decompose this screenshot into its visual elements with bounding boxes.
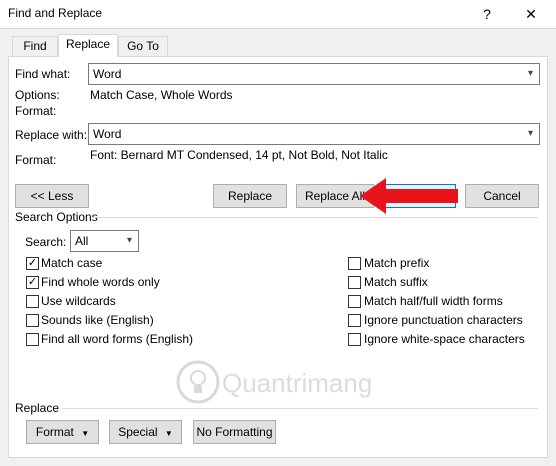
replace-format-value: Font: Bernard MT Condensed, 14 pt, Not B…: [90, 148, 388, 162]
red-arrow-icon: [360, 178, 458, 214]
opt-match-case-label: Match case: [41, 256, 103, 270]
cancel-button[interactable]: Cancel: [465, 184, 539, 208]
checkbox-wildcards[interactable]: [26, 295, 39, 308]
checkbox-sounds-like[interactable]: [26, 314, 39, 327]
replace-format-label: Format:: [15, 153, 57, 167]
opt-whole-words-label: Find whole words only: [41, 275, 160, 289]
no-formatting-button[interactable]: No Formatting: [193, 420, 276, 444]
opt-ignore-whitespace-label: Ignore white-space characters: [364, 332, 525, 346]
chevron-down-icon[interactable]: ▾: [521, 124, 539, 144]
search-label: Search:: [25, 235, 67, 249]
options-value: Match Case, Whole Words: [90, 88, 233, 102]
divider: [92, 217, 538, 218]
dropdown-arrow-icon: ▼: [164, 429, 173, 438]
opt-match-prefix-label: Match prefix: [364, 256, 430, 270]
divider: [62, 408, 538, 409]
checkbox-match-prefix[interactable]: [348, 257, 361, 270]
find-format-label: Format:: [15, 104, 57, 118]
tab-goto-label: Go To: [127, 39, 159, 53]
find-what-combo[interactable]: Word ▾: [88, 63, 540, 85]
checkbox-ignore-whitespace[interactable]: [348, 333, 361, 346]
chevron-down-icon[interactable]: ▾: [120, 231, 138, 251]
opt-half-full-width-label: Match half/full width forms: [364, 294, 503, 308]
replace-button[interactable]: Replace: [213, 184, 287, 208]
checkbox-match-suffix[interactable]: [348, 276, 361, 289]
search-direction-select[interactable]: All ▾: [70, 230, 139, 252]
tab-find[interactable]: Find: [12, 36, 58, 56]
tab-replace-label: Replace: [65, 37, 111, 51]
search-direction-value: All: [75, 234, 89, 248]
watermark-bulb-icon: [176, 360, 220, 404]
checkbox-ignore-punctuation[interactable]: [348, 314, 361, 327]
checkbox-whole-words[interactable]: ✓: [26, 276, 39, 289]
replace-with-combo[interactable]: Word ▾: [88, 123, 540, 145]
window-title: Find and Replace: [8, 6, 103, 20]
format-button-label: Format: [35, 425, 74, 439]
chevron-down-icon[interactable]: ▾: [521, 64, 539, 84]
title-bar: Find and Replace ? ✕: [0, 0, 556, 28]
tab-goto[interactable]: Go To: [118, 36, 168, 56]
watermark-text: Quantrimang: [222, 368, 373, 398]
replace-section-heading: Replace: [15, 401, 60, 415]
opt-ignore-punctuation-label: Ignore punctuation characters: [364, 313, 523, 327]
opt-match-suffix-label: Match suffix: [364, 275, 428, 289]
less-button[interactable]: << Less: [15, 184, 89, 208]
find-what-value: Word: [93, 67, 122, 81]
find-what-label: Find what:: [15, 67, 71, 81]
dropdown-arrow-icon: ▼: [81, 429, 90, 438]
opt-wildcards-label: Use wildcards: [41, 294, 116, 308]
close-button[interactable]: ✕: [516, 2, 546, 26]
checkbox-word-forms[interactable]: [26, 333, 39, 346]
format-menu-button[interactable]: Format ▼: [26, 420, 99, 444]
help-button[interactable]: ?: [472, 2, 502, 26]
special-menu-button[interactable]: Special ▼: [109, 420, 182, 444]
tab-find-label: Find: [23, 39, 47, 53]
watermark-logo: Quantrimang: [176, 358, 376, 410]
replace-with-label: Replace with:: [15, 128, 88, 142]
tab-replace[interactable]: Replace: [58, 34, 118, 57]
options-label: Options:: [15, 88, 60, 102]
special-button-label: Special: [118, 425, 158, 439]
checkbox-match-case[interactable]: ✓: [26, 257, 39, 270]
replace-with-value: Word: [93, 127, 122, 141]
search-options-heading: Search Options: [15, 210, 98, 224]
opt-word-forms-label: Find all word forms (English): [41, 332, 194, 346]
opt-sounds-like-label: Sounds like (English): [41, 313, 154, 327]
checkbox-half-full-width[interactable]: [348, 295, 361, 308]
